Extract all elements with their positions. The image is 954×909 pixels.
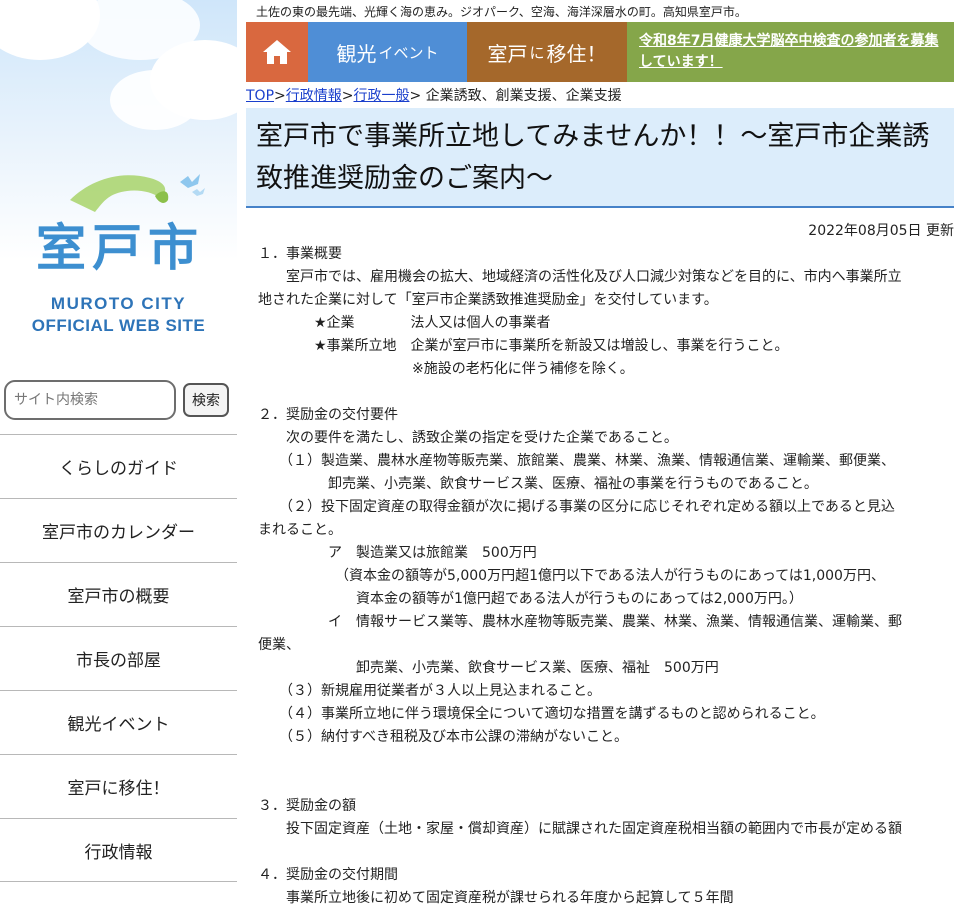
- breadcrumb-top-link[interactable]: TOP: [246, 88, 274, 104]
- home-icon: [263, 40, 291, 64]
- breadcrumb-current: > 企業誘致、創業支援、企業支援: [409, 88, 622, 104]
- breadcrumb-administration-link[interactable]: 行政情報: [286, 88, 342, 104]
- sidebar-item-overview[interactable]: 室戸市の概要: [0, 562, 237, 626]
- content-line: （資本金の額等が5,000万円超1億円以下である法人が行うものにあっては1,00…: [258, 568, 885, 584]
- sidebar-item-tourism[interactable]: 観光イベント: [0, 690, 237, 754]
- sidebar-item-mayor[interactable]: 市長の部屋: [0, 626, 237, 690]
- news-banner-link[interactable]: 令和8年7月健康大学脳卒中検査の参加者を募集しています！: [627, 22, 954, 82]
- sidebar-item-migration[interactable]: 室戸に移住！: [0, 754, 237, 818]
- content-line: まれること。: [258, 522, 342, 538]
- breadcrumb-separator: >: [341, 88, 354, 104]
- content-line: 卸売業、小売業、飲食サービス業、医療、福祉の事業を行うものであること。: [258, 476, 818, 492]
- content-line: ★事業所立地 企業が室戸市に事業所を新設又は増設し、事業を行うこと。: [258, 338, 789, 354]
- tourism-tab-main: 観光: [336, 41, 377, 66]
- top-navigation: 観光 イベント 室戸に移住！ 令和8年7月健康大学脳卒中検査の参加者を募集していま…: [246, 22, 954, 82]
- content-line: イ 情報サービス業等、農林水産物等販売業、農業、林業、漁業、情報通信業、運輸業、…: [258, 614, 902, 630]
- sidebar-nav: くらしのガイド 室戸市のカレンダー 室戸市の概要 市長の部屋 観光イベント 室戸…: [0, 434, 237, 882]
- migration-tab-part2: に: [529, 43, 545, 62]
- search-button[interactable]: 検索: [183, 383, 229, 417]
- content-line: （５）納付すべき租税及び本市公課の滞納がないこと。: [258, 729, 629, 745]
- content-line: ア 製造業又は旅館業 500万円: [258, 545, 537, 561]
- breadcrumb: TOP>行政情報>行政一般> 企業誘致、創業支援、企業支援: [246, 85, 622, 105]
- logo-city-name: 室戸市: [36, 219, 204, 277]
- migration-tab-part1: 室戸: [487, 41, 528, 66]
- page-title: 室戸市で事業所立地してみませんか！！～室戸市企業誘致推進奨励金のご案内～: [256, 121, 930, 194]
- content-line: （１）製造業、農林水産物等販売業、旅館業、農業、林業、漁業、情報通信業、運輸業、…: [258, 453, 895, 469]
- content-line: 投下固定資産（土地・家屋・償却資産）に賦課された固定資産税相当額の範囲内で市長が…: [258, 821, 902, 837]
- sidebar-item-living-guide[interactable]: くらしのガイド: [0, 434, 237, 498]
- content-line: ★企業 法人又は個人の事業者: [258, 315, 551, 331]
- tourism-tab-sub: イベント: [378, 43, 439, 62]
- logo-en-line1: MUROTO CITY: [50, 294, 187, 313]
- content-line: ３．奨励金の額: [258, 798, 356, 814]
- sidebar: 室戸市 MUROTO CITY OFFICIAL WEB SITE 検索 くらし…: [0, 0, 237, 909]
- article-body: １．事業概要 室戸市では、雇用機会の拡大、地域経済の活性化及び人口減少対策などを…: [258, 243, 954, 909]
- main-content: 土佐の東の最先端、光輝く海の恵み。ジオパーク、空海、海洋深層水の町。高知県室戸市…: [246, 0, 954, 909]
- content-line: 室戸市では、雇用機会の拡大、地域経済の活性化及び人口減少対策などを目的に、市内へ…: [258, 269, 902, 285]
- content-line: （４）事業所立地に伴う環境保全について適切な措置を講ずるものと認められること。: [258, 706, 825, 722]
- content-line: （２）投下固定資産の取得金額が次に掲げる事業の区分に応じそれぞれ定める額以上であ…: [258, 499, 895, 515]
- content-line: 地された企業に対して「室戸市企業誘致推進奨励金」を交付しています。: [258, 292, 718, 308]
- content-line: 資本金の額等が1億円超である法人が行うものにあっては2,000万円。）: [258, 591, 803, 607]
- breadcrumb-separator: >: [274, 88, 286, 104]
- migration-tab-part3: 移住！: [546, 41, 607, 66]
- content-line: 卸売業、小売業、飲食サービス業、医療、福祉 500万円: [258, 660, 719, 676]
- logo-en-line2: OFFICIAL WEB SITE: [31, 316, 206, 335]
- cloud-decoration: [110, 70, 200, 130]
- site-tagline: 土佐の東の最先端、光輝く海の恵み。ジオパーク、空海、海洋深層水の町。高知県室戸市…: [256, 5, 747, 19]
- search-input[interactable]: [4, 380, 176, 420]
- content-line: １．事業概要: [258, 246, 342, 262]
- content-line: 便業、: [258, 637, 300, 653]
- updated-date: 2022年08月05日 更新: [808, 223, 954, 239]
- content-line: 次の要件を満たし、誘致企業の指定を受けた企業であること。: [258, 430, 678, 446]
- sidebar-item-calendar[interactable]: 室戸市のカレンダー: [0, 498, 237, 562]
- page-title-box: 室戸市で事業所立地してみませんか！！～室戸市企業誘致推進奨励金のご案内～: [246, 108, 954, 208]
- home-button[interactable]: [246, 22, 308, 82]
- content-line: ※施設の老朽化に伴う補修を除く。: [258, 361, 634, 377]
- breadcrumb-general-link[interactable]: 行政一般: [353, 88, 409, 104]
- tourism-event-tab[interactable]: 観光 イベント: [308, 22, 467, 82]
- content-line: ２．奨励金の交付要件: [258, 407, 398, 423]
- content-line: （３）新規雇用従業者が３人以上見込まれること。: [258, 683, 601, 699]
- migration-tab[interactable]: 室戸に移住！: [467, 22, 627, 82]
- content-line: 事業所立地後に初めて固定資産税が課せられる年度から起算して５年間: [258, 890, 734, 906]
- content-line: ４．奨励金の交付期間: [258, 867, 398, 883]
- sidebar-item-administration[interactable]: 行政情報: [0, 818, 237, 882]
